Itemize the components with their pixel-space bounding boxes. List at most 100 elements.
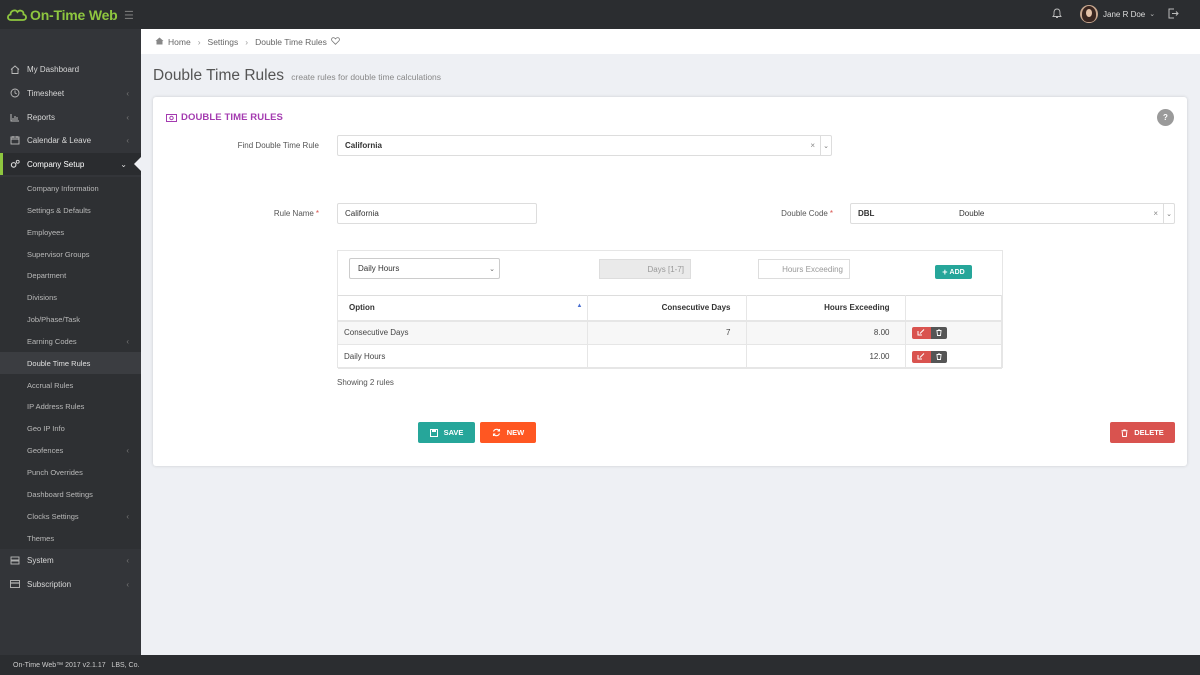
double-code-value: DBL <box>858 209 875 218</box>
notification-bell-icon[interactable] <box>1052 8 1062 21</box>
cell-actions <box>905 344 1002 369</box>
sidebar-subitem-supervisor-groups[interactable]: Supervisor Groups <box>0 243 141 265</box>
clear-icon[interactable]: × <box>1153 209 1158 218</box>
hours-exceeding-input[interactable]: Hours Exceeding <box>758 259 850 279</box>
trash-icon[interactable] <box>930 350 947 363</box>
clear-icon[interactable]: × <box>810 141 815 150</box>
find-rule-select[interactable]: California × ⌄ <box>337 135 832 156</box>
table-row: Consecutive Days 7 8.00 <box>338 320 1002 345</box>
clock-icon <box>10 88 20 98</box>
home-icon <box>10 64 20 74</box>
footer-text: On-Time Web™ 2017 v2.1.17 LBS, Co. <box>13 661 140 669</box>
user-name: Jane R Doe <box>1103 9 1146 19</box>
chevron-down-icon[interactable]: ⌄ <box>820 136 831 155</box>
sidebar-item-calendar[interactable]: Calendar & Leave ‹ <box>0 129 141 151</box>
sidebar-subitem-ip-address-rules[interactable]: IP Address Rules <box>0 395 141 417</box>
credit-card-icon <box>10 579 20 589</box>
heart-icon[interactable] <box>331 36 340 47</box>
column-header-label: Option <box>349 303 375 313</box>
edit-icon[interactable] <box>911 326 931 339</box>
sidebar-subitem-label: Accrual Rules <box>27 380 74 390</box>
logout-icon[interactable] <box>1168 8 1179 21</box>
chevron-down-icon[interactable]: ⌄ <box>1163 204 1174 223</box>
sidebar-item-company-setup[interactable]: Company Setup ⌄ <box>0 153 141 175</box>
rule-name-input[interactable]: California <box>337 203 537 224</box>
card-title-text: DOUBLE TIME RULES <box>181 112 283 123</box>
sidebar-subitem-double-time-rules[interactable]: Double Time Rules <box>0 352 141 374</box>
refresh-icon <box>492 428 500 437</box>
sidebar-subitem-label: Earning Codes <box>27 336 77 346</box>
sidebar-subitem-punch-overrides[interactable]: Punch Overrides <box>0 461 141 483</box>
sidebar-subitem-department[interactable]: Department <box>0 264 141 286</box>
sidebar-item-label: Reports <box>27 112 56 122</box>
sidebar-subitem-company-information[interactable]: Company Information <box>0 177 141 199</box>
sidebar-subitem-job-phase-task[interactable]: Job/Phase/Task <box>0 308 141 330</box>
sidebar: My Dashboard Timesheet ‹ Reports ‹ Calen… <box>0 29 141 655</box>
user-menu[interactable]: Jane R Doe ⌄ <box>1080 5 1155 23</box>
sidebar-subitem-label: IP Address Rules <box>27 401 85 411</box>
sidebar-subitem-label: Punch Overrides <box>27 467 83 477</box>
money-icon <box>166 113 177 122</box>
sidebar-item-subscription[interactable]: Subscription ‹ <box>0 573 141 595</box>
column-header-actions <box>905 295 1002 322</box>
save-button[interactable]: SAVE <box>418 422 475 443</box>
top-bar: On-Time Web ☰ Jane R Doe ⌄ <box>0 0 1200 29</box>
sidebar-subitem-label: Department <box>27 270 67 280</box>
double-code-label-text: Double Code <box>781 209 828 218</box>
app-logo[interactable]: On-Time Web <box>6 7 118 23</box>
sidebar-subitem-settings-defaults[interactable]: Settings & Defaults <box>0 199 141 221</box>
sidebar-subitem-label: Double Time Rules <box>27 358 91 368</box>
page-title: Double Time Rules create rules for doubl… <box>153 67 441 85</box>
sort-asc-icon: ▲ <box>576 303 583 309</box>
sidebar-item-label: System <box>27 555 54 565</box>
sidebar-item-system[interactable]: System ‹ <box>0 549 141 571</box>
sidebar-subitem-label: Clocks Settings <box>27 511 79 521</box>
rule-name-label-text: Rule Name <box>273 209 314 218</box>
sidebar-subitem-geofences[interactable]: Geofences ‹ <box>0 439 141 461</box>
edit-icon[interactable] <box>911 350 931 363</box>
save-button-label: SAVE <box>443 428 464 437</box>
column-header-hours[interactable]: Hours Exceeding <box>746 295 906 322</box>
sidebar-subitem-themes[interactable]: Themes <box>0 527 141 549</box>
new-button[interactable]: NEW <box>480 422 536 443</box>
sidebar-subitem-employees[interactable]: Employees <box>0 221 141 243</box>
breadcrumb-home[interactable]: Home <box>168 37 191 47</box>
sidebar-subitem-label: Employees <box>27 227 65 237</box>
trash-icon[interactable] <box>930 326 947 339</box>
chevron-left-icon: ‹ <box>126 579 129 589</box>
rule-editor-panel: Daily Hours ⌄ Days [1-7] Hours Exceeding… <box>337 250 1003 369</box>
breadcrumb: Home › Settings › Double Time Rules <box>141 29 1200 54</box>
chevron-left-icon: ‹ <box>126 88 129 98</box>
app-name: On-Time Web <box>30 7 118 23</box>
bar-chart-icon <box>10 112 20 122</box>
sidebar-subitem-geo-ip-info[interactable]: Geo IP Info <box>0 417 141 439</box>
column-header-option[interactable]: Option ▲ <box>338 295 588 322</box>
sidebar-item-reports[interactable]: Reports ‹ <box>0 106 141 128</box>
plus-icon: + <box>942 267 948 277</box>
cogs-icon <box>10 159 20 169</box>
menu-toggle-icon[interactable]: ☰ <box>124 9 134 22</box>
cell-option: Consecutive Days <box>338 320 588 345</box>
sidebar-subitem-earning-codes[interactable]: Earning Codes ‹ <box>0 330 141 352</box>
sidebar-subitem-divisions[interactable]: Divisions <box>0 286 141 308</box>
help-button[interactable]: ? <box>1157 109 1174 126</box>
double-code-select[interactable]: DBL Double × ⌄ <box>850 203 1175 224</box>
add-button[interactable]: + ADD <box>935 265 972 279</box>
sidebar-subitem-dashboard-settings[interactable]: Dashboard Settings <box>0 483 141 505</box>
column-header-days[interactable]: Consecutive Days <box>587 295 747 322</box>
cloud-icon <box>7 9 27 21</box>
sidebar-subitem-label: Supervisor Groups <box>27 249 90 259</box>
sidebar-subitem-accrual-rules[interactable]: Accrual Rules <box>0 374 141 396</box>
rules-table: Option ▲ Consecutive Days Hours Exceeding… <box>338 295 1002 369</box>
sidebar-subitem-clocks-settings[interactable]: Clocks Settings ‹ <box>0 505 141 527</box>
option-select[interactable]: Daily Hours ⌄ <box>349 258 500 279</box>
delete-button[interactable]: DELETE <box>1110 422 1175 443</box>
cell-hours: 12.00 <box>746 344 906 369</box>
chevron-left-icon: ‹ <box>126 555 129 565</box>
breadcrumb-settings[interactable]: Settings <box>208 37 239 47</box>
sidebar-item-dashboard[interactable]: My Dashboard <box>0 58 141 80</box>
sidebar-item-timesheet[interactable]: Timesheet ‹ <box>0 82 141 104</box>
days-input[interactable]: Days [1-7] <box>599 259 691 279</box>
home-icon <box>155 37 164 47</box>
sidebar-subitem-label: Company Information <box>27 183 99 193</box>
